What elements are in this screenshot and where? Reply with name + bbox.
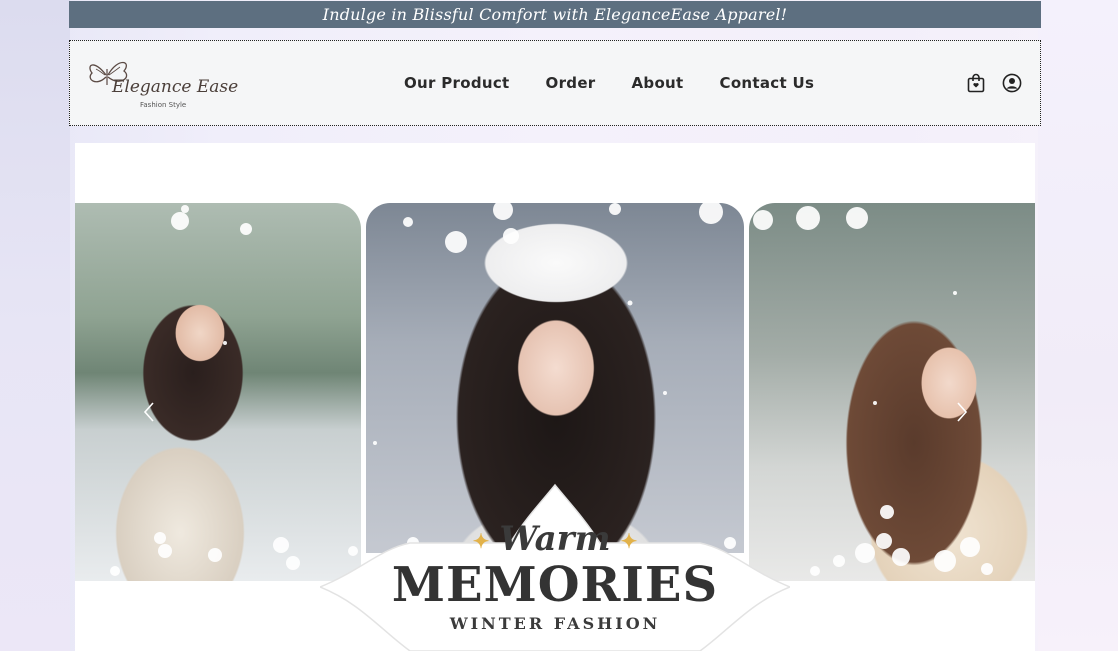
- header-actions: [966, 41, 1022, 124]
- nav-contact-us[interactable]: Contact Us: [720, 74, 815, 92]
- brand-tagline: Fashion Style: [140, 101, 187, 109]
- shopping-bag-icon[interactable]: [966, 73, 986, 93]
- sparkle-star-icon: ✦: [472, 529, 490, 553]
- carousel-prev-button[interactable]: [139, 398, 159, 426]
- hero-carousel: ✦ Warm ✦ MEMORIES WINTER FASHION: [75, 143, 1035, 651]
- brand-logo[interactable]: Elegance Ease Fashion Style: [84, 53, 238, 113]
- nav-order[interactable]: Order: [546, 74, 596, 92]
- main-navigation: Our Product Order About Contact Us: [404, 41, 814, 124]
- user-account-icon[interactable]: [1002, 73, 1022, 93]
- page-background-right: [1038, 0, 1118, 651]
- announcement-text: Indulge in Blissful Comfort with Eleganc…: [322, 5, 788, 24]
- sparkle-star-icon: ✦: [620, 529, 638, 553]
- brand-name: Elegance Ease: [112, 77, 239, 97]
- page-background-left: [0, 0, 70, 651]
- chevron-right-icon: [957, 402, 968, 422]
- chevron-left-icon: [143, 402, 154, 422]
- announcement-banner: Indulge in Blissful Comfort with Eleganc…: [69, 1, 1041, 28]
- carousel-image-left: [75, 203, 361, 581]
- badge-script-text: Warm: [499, 519, 611, 559]
- site-header: Elegance Ease Fashion Style Our Product …: [69, 40, 1041, 126]
- nav-about[interactable]: About: [632, 74, 684, 92]
- badge-script-line: ✦ Warm ✦: [320, 519, 790, 559]
- carousel-image-right: [749, 203, 1035, 581]
- carousel-next-button[interactable]: [952, 398, 972, 426]
- badge-title: MEMORIES: [391, 557, 719, 613]
- badge-subtitle: WINTER FASHION: [449, 614, 661, 633]
- hero-title-badge: ✦ Warm ✦ MEMORIES WINTER FASHION: [320, 479, 790, 651]
- nav-our-product[interactable]: Our Product: [404, 74, 510, 92]
